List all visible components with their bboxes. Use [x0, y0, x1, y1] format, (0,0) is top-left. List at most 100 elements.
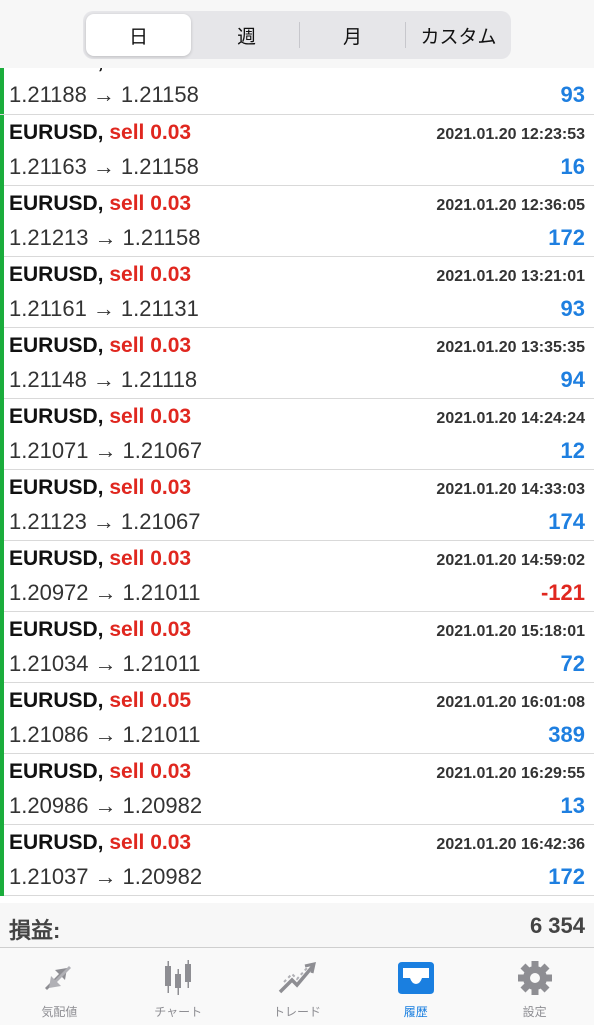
- deal-profit: 389: [548, 722, 585, 747]
- arrow-right-icon: →: [94, 651, 117, 676]
- close-price: 1.20982: [122, 793, 203, 818]
- deal-side: sell 0.03: [109, 831, 192, 854]
- symbol-text: EURUSD,: [9, 547, 104, 570]
- tab-day[interactable]: 日: [86, 14, 191, 56]
- tab-month[interactable]: 月: [300, 11, 405, 59]
- tab-week[interactable]: 週: [194, 11, 299, 59]
- deal-time: 2021.01.20 13:35:35: [436, 339, 585, 356]
- open-price: 1.20986: [9, 793, 89, 818]
- tab-label: 設定: [522, 1005, 547, 1019]
- arrow-right-icon: →: [94, 438, 117, 463]
- deal-row[interactable]: EURUSD, sell 0.03 2021.01.20 13:21:01 1.21…: [0, 257, 594, 328]
- symbol-text: EURUSD,: [9, 263, 104, 286]
- deal-profit: 172: [548, 864, 585, 889]
- deal-row[interactable]: EURUSD, sell 0.03 2021.01.20 16:29:55 1.20…: [0, 754, 594, 825]
- deal-side: sell 0.03: [109, 121, 192, 144]
- deal-time: 2021.01.20 13:21:01: [436, 268, 585, 285]
- symbol-text: EURUSD,: [9, 618, 104, 641]
- deal-symbol: EURUSD, sell 0.03: [9, 192, 191, 216]
- arrow-right-icon: →: [94, 793, 117, 818]
- deal-profit: 13: [560, 793, 585, 818]
- close-price: 1.21011: [122, 580, 201, 605]
- close-price: 1.21011: [122, 651, 201, 676]
- deal-row[interactable]: EURUSD, sell 0.032021.01.20 12:16:381.21…: [0, 68, 594, 115]
- tab-settings[interactable]: 設定: [475, 948, 594, 1025]
- total-profit-label: 損益:: [9, 918, 61, 943]
- deal-row[interactable]: EURUSD, sell 0.05 2021.01.20 16:01:08 1.21…: [0, 683, 594, 754]
- tab-label: トレード: [272, 1005, 321, 1019]
- deal-prices: 1.21034 → 1.21011: [9, 651, 200, 677]
- deal-symbol: EURUSD, sell 0.03: [9, 68, 191, 74]
- deal-symbol: EURUSD, sell 0.05: [9, 689, 191, 713]
- close-price: 1.21158: [120, 82, 199, 107]
- deal-profit: 12: [560, 438, 585, 463]
- deal-row[interactable]: EURUSD, sell 0.03 2021.01.20 14:24:24 1.21…: [0, 399, 594, 470]
- deal-time: 2021.01.20 14:24:24: [436, 410, 585, 427]
- deal-prices: 1.21071 → 1.21067: [9, 438, 202, 464]
- deal-profit: 174: [548, 509, 585, 534]
- arrow-right-icon: →: [92, 509, 115, 534]
- deal-symbol: EURUSD, sell 0.03: [9, 476, 191, 500]
- open-price: 1.21188: [9, 82, 87, 107]
- arrow-right-icon: →: [94, 225, 117, 250]
- deal-time: 2021.01.20 16:29:55: [436, 765, 585, 782]
- deal-time: 2021.01.20 12:23:53: [436, 126, 585, 143]
- tab-history[interactable]: 履歴: [356, 948, 475, 1025]
- candlestick-chart-icon: [165, 960, 192, 995]
- bottom-tab-bar: 気配値 チャート トレード 履歴 設定: [0, 947, 594, 1025]
- deal-row[interactable]: EURUSD, sell 0.03 2021.01.20 14:59:02 1.20…: [0, 541, 594, 612]
- deal-row[interactable]: EURUSD, sell 0.03 2021.01.20 12:36:05 1.21…: [0, 186, 594, 257]
- deal-prices: 1.21086 → 1.21011: [9, 722, 200, 748]
- close-price: 1.21067: [120, 509, 201, 534]
- deal-side: sell 0.03: [109, 476, 192, 499]
- deal-side: sell 0.03: [109, 618, 192, 641]
- deal-time: 2021.01.20 15:18:01: [436, 623, 585, 640]
- quotes-icon: [45, 966, 72, 990]
- symbol-text: EURUSD,: [9, 192, 104, 215]
- deal-symbol: EURUSD, sell 0.03: [9, 334, 191, 358]
- tab-label: 履歴: [403, 1005, 428, 1019]
- arrow-right-icon: →: [94, 864, 117, 889]
- symbol-text: EURUSD,: [9, 476, 104, 499]
- deal-symbol: EURUSD, sell 0.03: [9, 831, 191, 855]
- tab-custom[interactable]: カスタム: [406, 11, 511, 59]
- tab-label: 気配値: [41, 1005, 78, 1019]
- deal-side: sell 0.03: [109, 334, 192, 357]
- open-price: 1.21163: [9, 154, 87, 179]
- tab-trade[interactable]: トレード: [238, 948, 357, 1025]
- open-price: 1.21071: [9, 438, 89, 463]
- deal-side: sell 0.03: [109, 760, 192, 783]
- deal-side: sell 0.03: [109, 547, 192, 570]
- deal-time: 2021.01.20 12:36:05: [436, 197, 585, 214]
- open-price: 1.21034: [9, 651, 89, 676]
- deal-row[interactable]: EURUSD, sell 0.03 2021.01.20 13:35:35 1.21…: [0, 328, 594, 399]
- arrow-right-icon: →: [92, 154, 115, 179]
- deal-profit: 93: [560, 82, 585, 107]
- deal-profit: 94: [560, 367, 585, 392]
- deal-row[interactable]: EURUSD, sell 0.03 2021.01.20 15:18:01 1.21…: [0, 612, 594, 683]
- symbol-text: EURUSD,: [9, 334, 104, 357]
- period-segmented-control: 日 週 月 カスタム: [83, 11, 511, 59]
- deal-profit: 93: [560, 296, 585, 321]
- deal-time: 2021.01.20 16:01:08: [436, 694, 585, 711]
- deal-time: 2021.01.20 16:42:36: [436, 836, 585, 853]
- tab-chart[interactable]: チャート: [119, 948, 238, 1025]
- open-price: 1.21086: [9, 722, 89, 747]
- deal-row[interactable]: EURUSD, sell 0.03 2021.01.20 12:23:53 1.21…: [0, 115, 594, 186]
- deal-history-list[interactable]: EURUSD, sell 0.032021.01.20 12:16:381.21…: [0, 68, 594, 896]
- total-profit-row: 損益: 6 354: [0, 903, 594, 947]
- deal-symbol: EURUSD, sell 0.03: [9, 405, 191, 429]
- close-price: 1.21131: [120, 296, 199, 321]
- deal-side: sell 0.03: [109, 405, 192, 428]
- deal-profit: -121: [540, 580, 585, 605]
- open-price: 1.21037: [9, 864, 89, 889]
- deal-row[interactable]: EURUSD, sell 0.03 2021.01.20 14:33:03 1.21…: [0, 470, 594, 541]
- close-price: 1.21067: [122, 438, 203, 463]
- deal-side: sell 0.05: [109, 689, 192, 712]
- open-price: 1.20972: [9, 580, 89, 605]
- deal-row[interactable]: EURUSD, sell 0.03 2021.01.20 16:42:36 1.21…: [0, 825, 594, 896]
- tab-quotes[interactable]: 気配値: [0, 948, 119, 1025]
- deal-time: 2021.01.20 14:33:03: [436, 481, 585, 498]
- symbol-text: EURUSD,: [9, 405, 104, 428]
- arrow-right-icon: →: [94, 722, 117, 747]
